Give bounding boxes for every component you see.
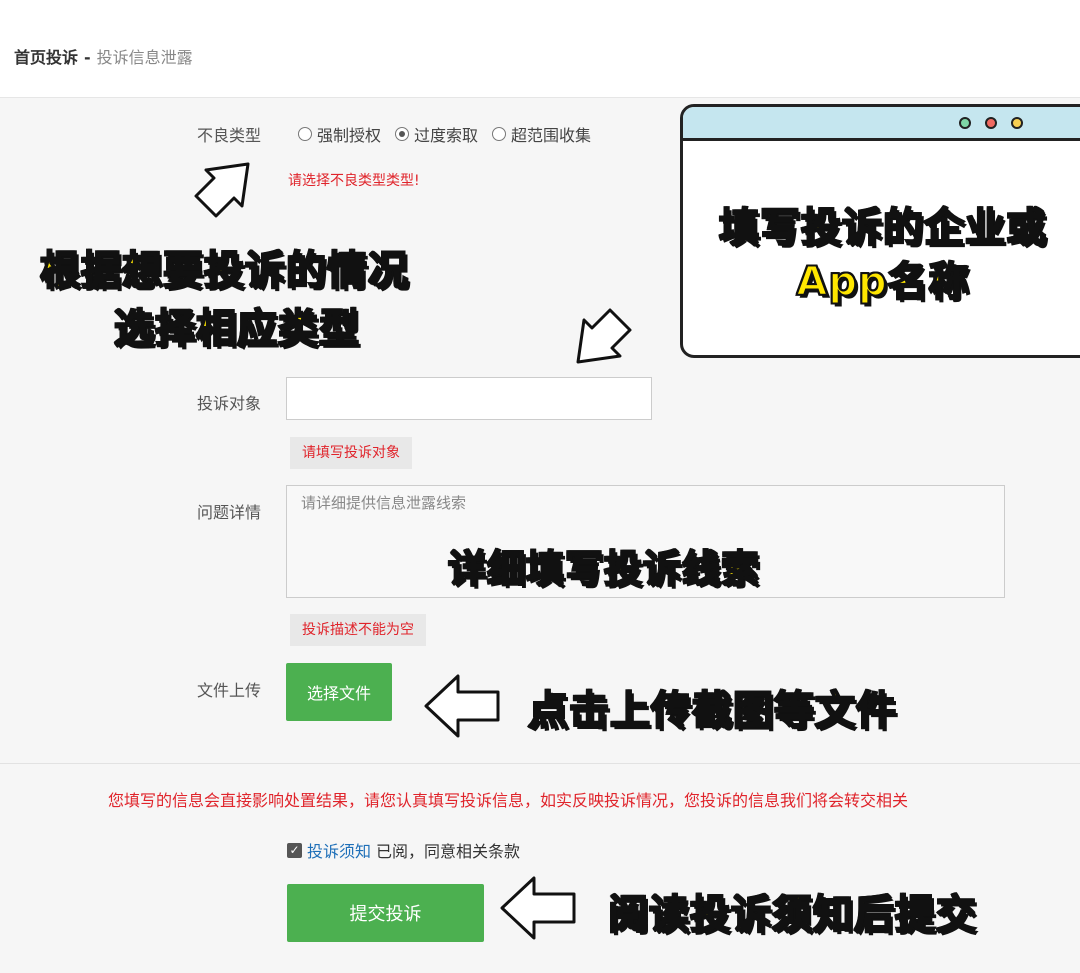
popup-title-bar: [683, 107, 1080, 141]
breadcrumb-current: 投诉信息泄露: [96, 48, 193, 67]
radio-over-collect-dot[interactable]: [492, 127, 507, 141]
annotation-target-hint-1: 填写投诉的企业或: [718, 204, 1047, 252]
annotation-type-hint-1: 根据想要投诉的情况: [39, 247, 409, 295]
target-label: 投诉对象: [197, 394, 262, 413]
upload-label: 文件上传: [197, 681, 262, 700]
target-error: 请填写投诉对象: [290, 437, 412, 469]
terms-link[interactable]: 投诉须知: [307, 838, 371, 862]
annotation-target-hint-2: App名称: [795, 258, 970, 306]
type-radio-group: 强制授权 过度索取 超范围收集: [298, 122, 591, 146]
window-light-red-icon: [985, 117, 997, 129]
annotation-type-hint-2: 选择相应类型: [113, 305, 360, 353]
window-light-yellow-icon: [1011, 117, 1023, 129]
radio-excessive-request[interactable]: 过度索取: [395, 122, 478, 146]
radio-excessive-request-dot[interactable]: [395, 127, 410, 141]
arrow-left-icon: [500, 876, 576, 940]
breadcrumb-home[interactable]: 首页投诉: [14, 48, 78, 67]
target-input[interactable]: [286, 377, 652, 420]
annotation-submit-hint: 阅读投诉须知后提交: [607, 891, 977, 939]
radio-forced-auth[interactable]: 强制授权: [298, 122, 381, 146]
breadcrumb: 首页投诉 - 投诉信息泄露: [14, 48, 193, 67]
arrow-down-left-icon: [576, 308, 632, 364]
submit-button[interactable]: 提交投诉: [287, 884, 484, 942]
details-label: 问题详情: [197, 503, 262, 522]
type-label: 不良类型: [197, 126, 262, 145]
type-error: 请选择不良类型类型!: [288, 173, 420, 189]
radio-forced-auth-dot[interactable]: [298, 127, 312, 141]
arrow-up-right-icon: [194, 162, 250, 218]
annotation-upload-hint: 点击上传截图等文件: [527, 687, 897, 735]
window-light-green-icon: [959, 117, 971, 129]
agree-checkbox[interactable]: ✓: [287, 842, 302, 858]
details-placeholder: 请详细提供信息泄露线索: [301, 494, 467, 512]
agree-text: 已阅，同意相关条款: [376, 842, 521, 861]
annotation-popup-window: 填写投诉的企业或 App名称: [680, 104, 1080, 358]
details-error: 投诉描述不能为空: [290, 614, 426, 646]
choose-file-button[interactable]: 选择文件: [286, 663, 392, 721]
agree-row: ✓ 投诉须知 已阅，同意相关条款: [287, 838, 520, 862]
annotation-details-hint: 详细填写投诉线索: [447, 546, 761, 592]
radio-over-collect[interactable]: 超范围收集: [492, 122, 591, 146]
divider: [0, 763, 1080, 764]
notice-text: 您填写的信息会直接影响处置结果，请您认真填写投诉信息，如实反映投诉情况，您投诉的…: [108, 791, 909, 810]
arrow-left-icon: [424, 674, 500, 738]
